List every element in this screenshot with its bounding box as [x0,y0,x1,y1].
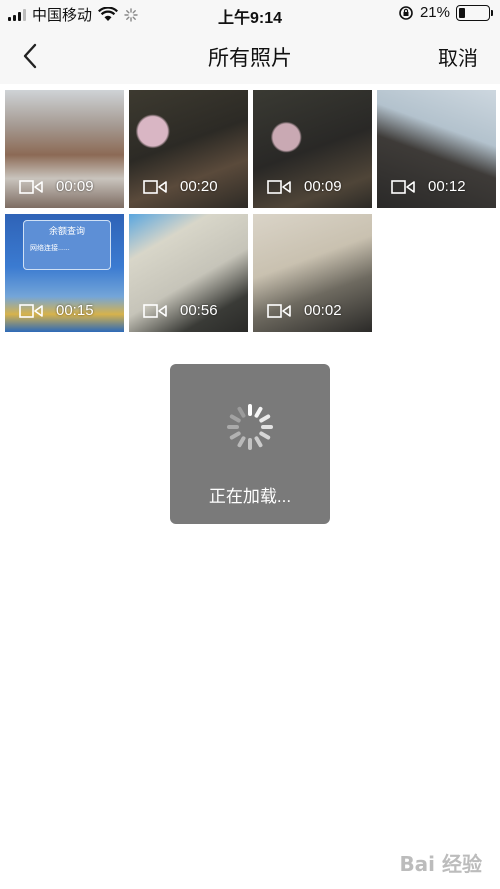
video-thumbnail[interactable]: 00:12 [377,90,496,208]
video-thumbnail[interactable]: 00:02 [253,214,372,332]
video-thumbnail[interactable]: 00:56 [129,214,248,332]
video-thumbnail[interactable]: 00:09 [253,90,372,208]
loading-text: 正在加载... [208,487,292,506]
video-camera-icon [19,303,43,318]
video-camera-icon [267,179,291,194]
video-camera-icon [143,303,167,318]
loading-overlay: 正在加载... [170,364,330,524]
video-thumbnail[interactable]: 余额查询 网络连接...... 00:15 [5,214,124,332]
video-duration: 00:20 [180,178,218,195]
video-duration: 00:09 [56,178,94,195]
video-duration: 00:09 [304,178,342,195]
video-duration: 00:15 [56,302,94,319]
status-bar: 中国移动 上午9:14 21% [0,0,500,28]
battery-icon [456,4,493,21]
video-camera-icon [143,179,167,194]
status-right: 21% [398,4,493,21]
video-duration: 00:12 [428,178,466,195]
video-thumbnail[interactable]: 00:20 [129,90,248,208]
video-camera-icon [391,179,415,194]
video-thumbnail[interactable]: 00:09 [5,90,124,208]
video-camera-icon [267,303,291,318]
rotation-lock-icon [399,5,413,20]
battery-percent: 21% [419,4,450,21]
loading-spinner-icon [227,404,273,450]
cancel-button[interactable]: 取消 [438,42,478,71]
thumbnail-dialog-message: 网络连接...... [30,245,70,252]
video-camera-icon [19,179,43,194]
video-duration: 00:56 [180,302,218,319]
thumbnail-dialog: 余额查询 网络连接...... [23,220,111,270]
baidu-watermark: Bai 经验 [399,852,482,876]
video-duration: 00:02 [304,302,342,319]
page-title: 所有照片 [208,47,292,70]
thumbnail-dialog-title: 余额查询 [48,226,85,236]
nav-bar: 所有照片 取消 [0,28,500,84]
